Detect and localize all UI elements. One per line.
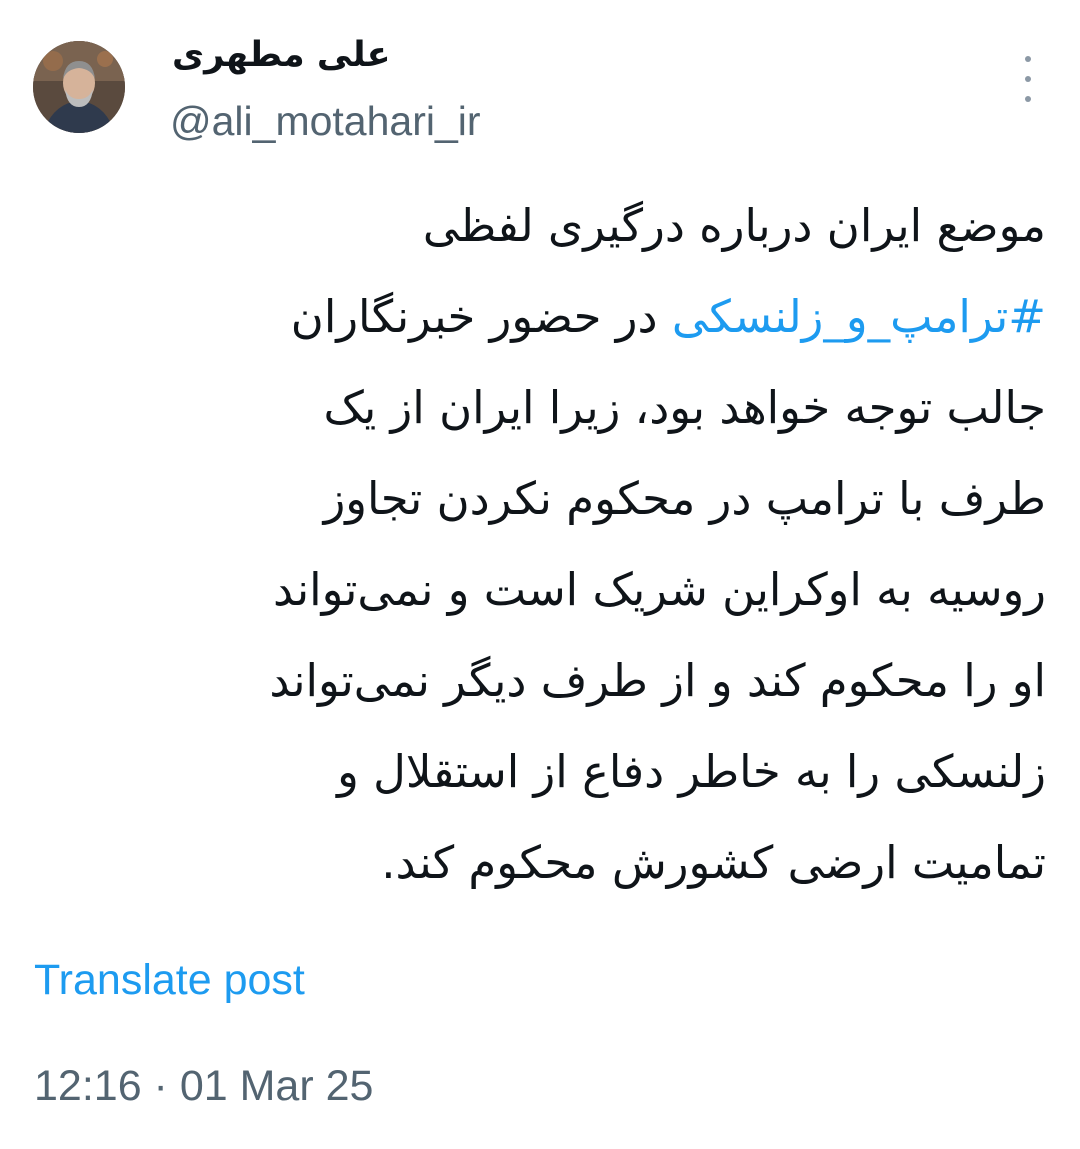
post-timestamp[interactable]: 12:16 · 01 Mar 25 [34,1058,373,1114]
author-display-name[interactable]: علی مطهری [172,30,391,80]
tweet-text: موضع ایران درباره درگیری لفظی #ترامپ_و_ز… [86,180,1046,908]
tweet-line-8: تمامیت ارضی کشورش محکوم کند. [381,836,1046,889]
tweet-line-1: موضع ایران درباره درگیری لفظی [422,199,1046,252]
more-vertical-icon-dot-3 [1025,96,1031,102]
tweet-line-6: او را محکوم کند و از طرف دیگر نمی‌تواند [269,654,1046,707]
tweet-line-5: روسیه به اوکراین شریک است و نمی‌تواند [272,563,1046,616]
tweet-line-7: زلنسکی را به خاطر دفاع از استقلال و [337,745,1046,798]
hashtag-link[interactable]: #ترامپ_و_زلنسکی [672,290,1046,343]
author-handle[interactable]: @ali_motahari_ir [170,93,481,149]
tweet-line-2-text: در حضور خبرنگاران [290,290,658,343]
more-options-button[interactable] [1008,56,1048,102]
more-vertical-icon-dot-2 [1025,76,1031,82]
tweet-line-3: جالب توجه خواهد بود، زیرا ایران از یک [323,381,1046,434]
tweet-line-4: طرف با ترامپ در محکوم نکردن تجاوز [323,472,1046,525]
translate-post-link[interactable]: Translate post [34,952,305,1008]
user-avatar[interactable] [33,41,125,133]
more-vertical-icon [1025,56,1031,62]
tweet-line-2: #ترامپ_و_زلنسکی در حضور خبرنگاران [86,271,1046,362]
avatar-photo-icon [33,41,125,133]
